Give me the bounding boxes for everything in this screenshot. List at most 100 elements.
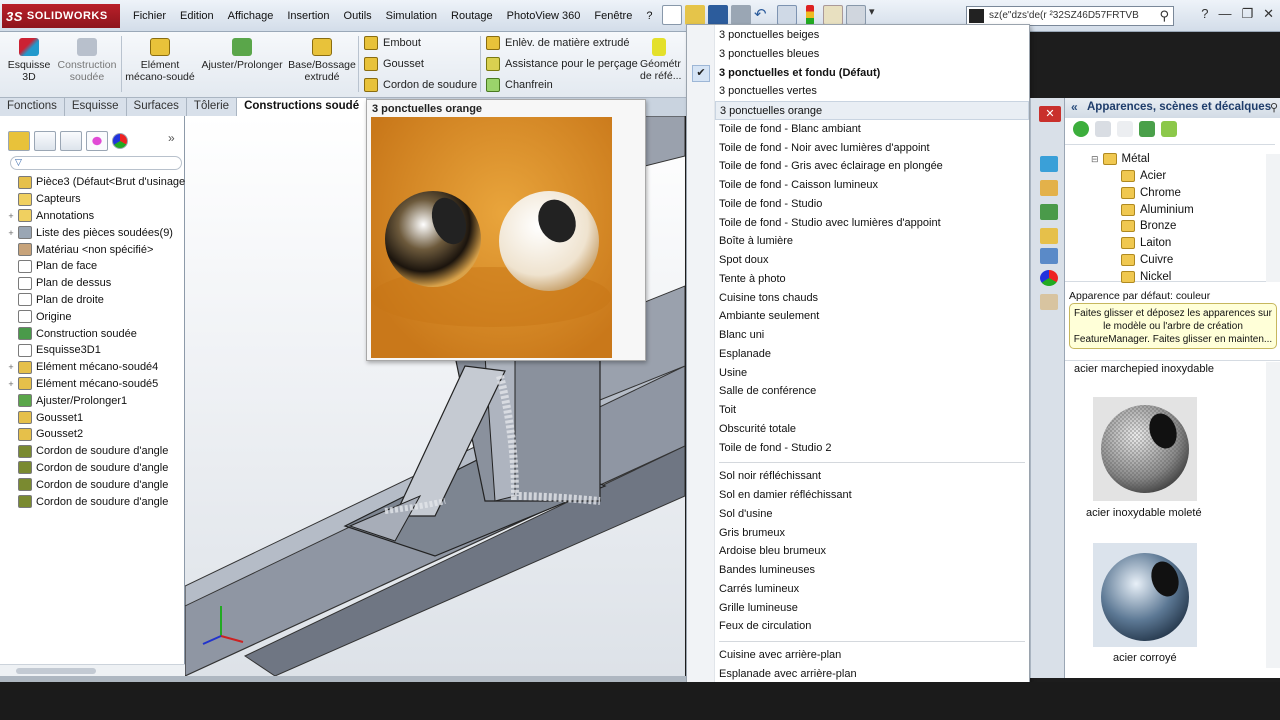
up-level-icon[interactable] xyxy=(1161,121,1177,137)
scene-menu-item[interactable]: Toile de fond - Studio avec lumières d'a… xyxy=(715,214,1029,233)
open-folder-icon[interactable] xyxy=(1095,121,1111,137)
tab-4[interactable]: Tôlerie xyxy=(186,98,238,116)
scene-menu-item[interactable]: Cuisine avec arrière-plan xyxy=(715,646,1029,665)
gallery-vertical-scrollbar[interactable] xyxy=(1266,362,1280,668)
tree-node[interactable]: Cordon de soudure d'angle xyxy=(6,443,186,460)
scene-menu-item[interactable]: 3 ponctuelles et fondu (Défaut) xyxy=(715,64,1029,83)
scene-menu-item[interactable]: Grille lumineuse xyxy=(715,599,1029,618)
scene-menu-item[interactable]: Esplanade xyxy=(715,345,1029,364)
menu-item[interactable]: Edition xyxy=(173,10,221,22)
gallery-item-label[interactable]: acier marchepied inoxydable xyxy=(1074,363,1214,375)
gusset-button[interactable]: Gousset xyxy=(364,57,424,71)
rebuild-icon[interactable] xyxy=(806,5,814,25)
scene-menu-item[interactable]: Toile de fond - Caisson lumineux xyxy=(715,176,1029,195)
minimize-icon[interactable]: — xyxy=(1218,6,1231,22)
horizontal-scrollbar[interactable] xyxy=(0,664,185,676)
solidworks-logo[interactable]: 3S SOLIDWORKS xyxy=(2,4,120,28)
display-manager-tab-icon[interactable] xyxy=(112,133,128,149)
close-panel-icon[interactable]: ✕ xyxy=(1039,106,1061,122)
menu-item[interactable]: ? xyxy=(639,10,659,22)
tree-node[interactable]: Gousset2 xyxy=(6,426,186,443)
scene-menu-item[interactable]: Toile de fond - Gris avec éclairage en p… xyxy=(715,157,1029,176)
menu-item[interactable]: Routage xyxy=(444,10,500,22)
tree-node[interactable]: Ajuster/Prolonger1 xyxy=(6,392,186,409)
tree-node[interactable]: + Liste des pièces soudées(9) xyxy=(6,224,186,241)
tree-node[interactable]: + Elément mécano-soudé5 xyxy=(6,376,186,393)
scene-menu-item[interactable]: 3 ponctuelles vertes xyxy=(715,82,1029,101)
tab-5[interactable]: Constructions soudé xyxy=(237,98,368,116)
tree-node[interactable]: Plan de droite xyxy=(6,292,186,309)
scene-menu-item[interactable]: Tente à photo xyxy=(715,270,1029,289)
expand-toggle-icon[interactable]: + xyxy=(6,379,16,389)
scene-menu-item[interactable]: Blanc uni xyxy=(715,326,1029,345)
pin-icon[interactable]: ⚲ xyxy=(1270,101,1278,114)
scroll-thumb[interactable] xyxy=(16,668,96,674)
chamfer-button[interactable]: Chanfrein xyxy=(486,78,553,92)
close-window-icon[interactable]: ✕ xyxy=(1263,6,1274,22)
tree-filter-input[interactable] xyxy=(10,156,182,170)
design-library-icon[interactable] xyxy=(1040,180,1058,196)
tree-vertical-scrollbar[interactable] xyxy=(1266,154,1280,282)
new-document-icon[interactable] xyxy=(662,5,682,25)
expand-toggle-icon[interactable]: + xyxy=(6,228,16,238)
appearance-folder-4[interactable]: Bronze xyxy=(1121,220,1176,233)
tree-node[interactable]: Capteurs xyxy=(6,191,186,208)
tree-node[interactable]: Origine xyxy=(6,308,186,325)
metal-folder[interactable]: ⊟ Métal xyxy=(1091,153,1150,165)
open-folder-icon[interactable] xyxy=(685,5,705,25)
tree-node[interactable]: + Elément mécano-soudé4 xyxy=(6,359,186,376)
scene-menu-item[interactable]: Toile de fond - Studio xyxy=(715,195,1029,214)
file-properties-icon[interactable] xyxy=(823,5,843,25)
add-folder-icon[interactable] xyxy=(1117,121,1133,137)
scene-menu-item[interactable]: Toile de fond - Noir avec lumières d'app… xyxy=(715,139,1029,158)
appearance-folder-5[interactable]: Laiton xyxy=(1121,237,1171,250)
configuration-manager-tab-icon[interactable] xyxy=(60,131,82,151)
help-icon[interactable]: ? xyxy=(1201,6,1208,22)
tree-node[interactable]: Cordon de soudure d'angle xyxy=(6,460,186,477)
scene-menu-item[interactable]: Toit xyxy=(715,401,1029,420)
reference-geometry-button[interactable]: Géométr de réfé... xyxy=(640,38,686,82)
scene-menu-item[interactable]: Usine xyxy=(715,364,1029,383)
tab-1[interactable]: Fonctions xyxy=(0,98,65,116)
scene-menu-item[interactable]: 3 ponctuelles beiges xyxy=(715,26,1029,45)
undo-icon[interactable]: ↶ xyxy=(754,5,774,25)
gallery-item-label[interactable]: acier corroyé xyxy=(1113,652,1177,664)
dimxpert-tab-icon[interactable] xyxy=(86,131,108,151)
feature-manager-tab-icon[interactable] xyxy=(8,131,30,151)
restore-icon[interactable]: ❐ xyxy=(1241,6,1253,22)
menu-item[interactable]: Simulation xyxy=(379,10,444,22)
tab-2[interactable]: Esquisse xyxy=(64,98,127,116)
trim-extend-button[interactable]: Ajuster/Prolonger xyxy=(200,38,284,71)
extruded-cut-button[interactable]: Enlèv. de matière extrudé xyxy=(486,36,630,50)
scene-menu-item[interactable]: Carrés lumineux xyxy=(715,580,1029,599)
weldment-button[interactable]: Construction soudée xyxy=(56,38,118,83)
scene-menu-item[interactable]: Ardoise bleu brumeux xyxy=(715,542,1029,561)
end-cap-button[interactable]: Embout xyxy=(364,36,421,50)
scene-menu-item[interactable]: Esplanade avec arrière-plan xyxy=(715,665,1029,684)
wrought-steel-swatch[interactable] xyxy=(1093,543,1197,647)
scene-menu-item[interactable]: Toile de fond - Blanc ambiant xyxy=(715,120,1029,139)
refresh-icon[interactable] xyxy=(1139,121,1155,137)
scene-menu-item[interactable]: Boîte à lumière xyxy=(715,232,1029,251)
fillet-bead-button[interactable]: Cordon de soudure xyxy=(364,78,477,92)
add-appearance-icon[interactable] xyxy=(1073,121,1089,137)
collapse-icon[interactable]: ⊟ xyxy=(1091,154,1099,165)
options-icon[interactable] xyxy=(846,5,866,25)
menu-item[interactable]: Fenêtre xyxy=(587,10,639,22)
scene-menu-item[interactable]: Ambiante seulement xyxy=(715,307,1029,326)
scene-menu-item[interactable]: 3 ponctuelles bleues xyxy=(715,45,1029,64)
tree-node[interactable]: Plan de dessus xyxy=(6,275,186,292)
appearances-icon[interactable] xyxy=(1040,270,1058,286)
tree-node[interactable]: Cordon de soudure d'angle xyxy=(6,476,186,493)
tree-node[interactable]: + Annotations xyxy=(6,208,186,225)
tree-node[interactable]: Matériau <non spécifié> xyxy=(6,241,186,258)
tab-3[interactable]: Surfaces xyxy=(126,98,187,116)
menu-item[interactable]: Insertion xyxy=(280,10,336,22)
scene-menu-item[interactable]: Sol d'usine xyxy=(715,505,1029,524)
property-manager-tab-icon[interactable] xyxy=(34,131,56,151)
structural-member-button[interactable]: Elément mécano-soudé xyxy=(124,38,196,83)
hole-wizard-button[interactable]: Assistance pour le perçage xyxy=(486,57,638,71)
resources-icon[interactable] xyxy=(1040,156,1058,172)
sketch-3d-button[interactable]: Esquisse 3D xyxy=(6,38,52,83)
tree-node[interactable]: Construction soudée xyxy=(6,325,186,342)
